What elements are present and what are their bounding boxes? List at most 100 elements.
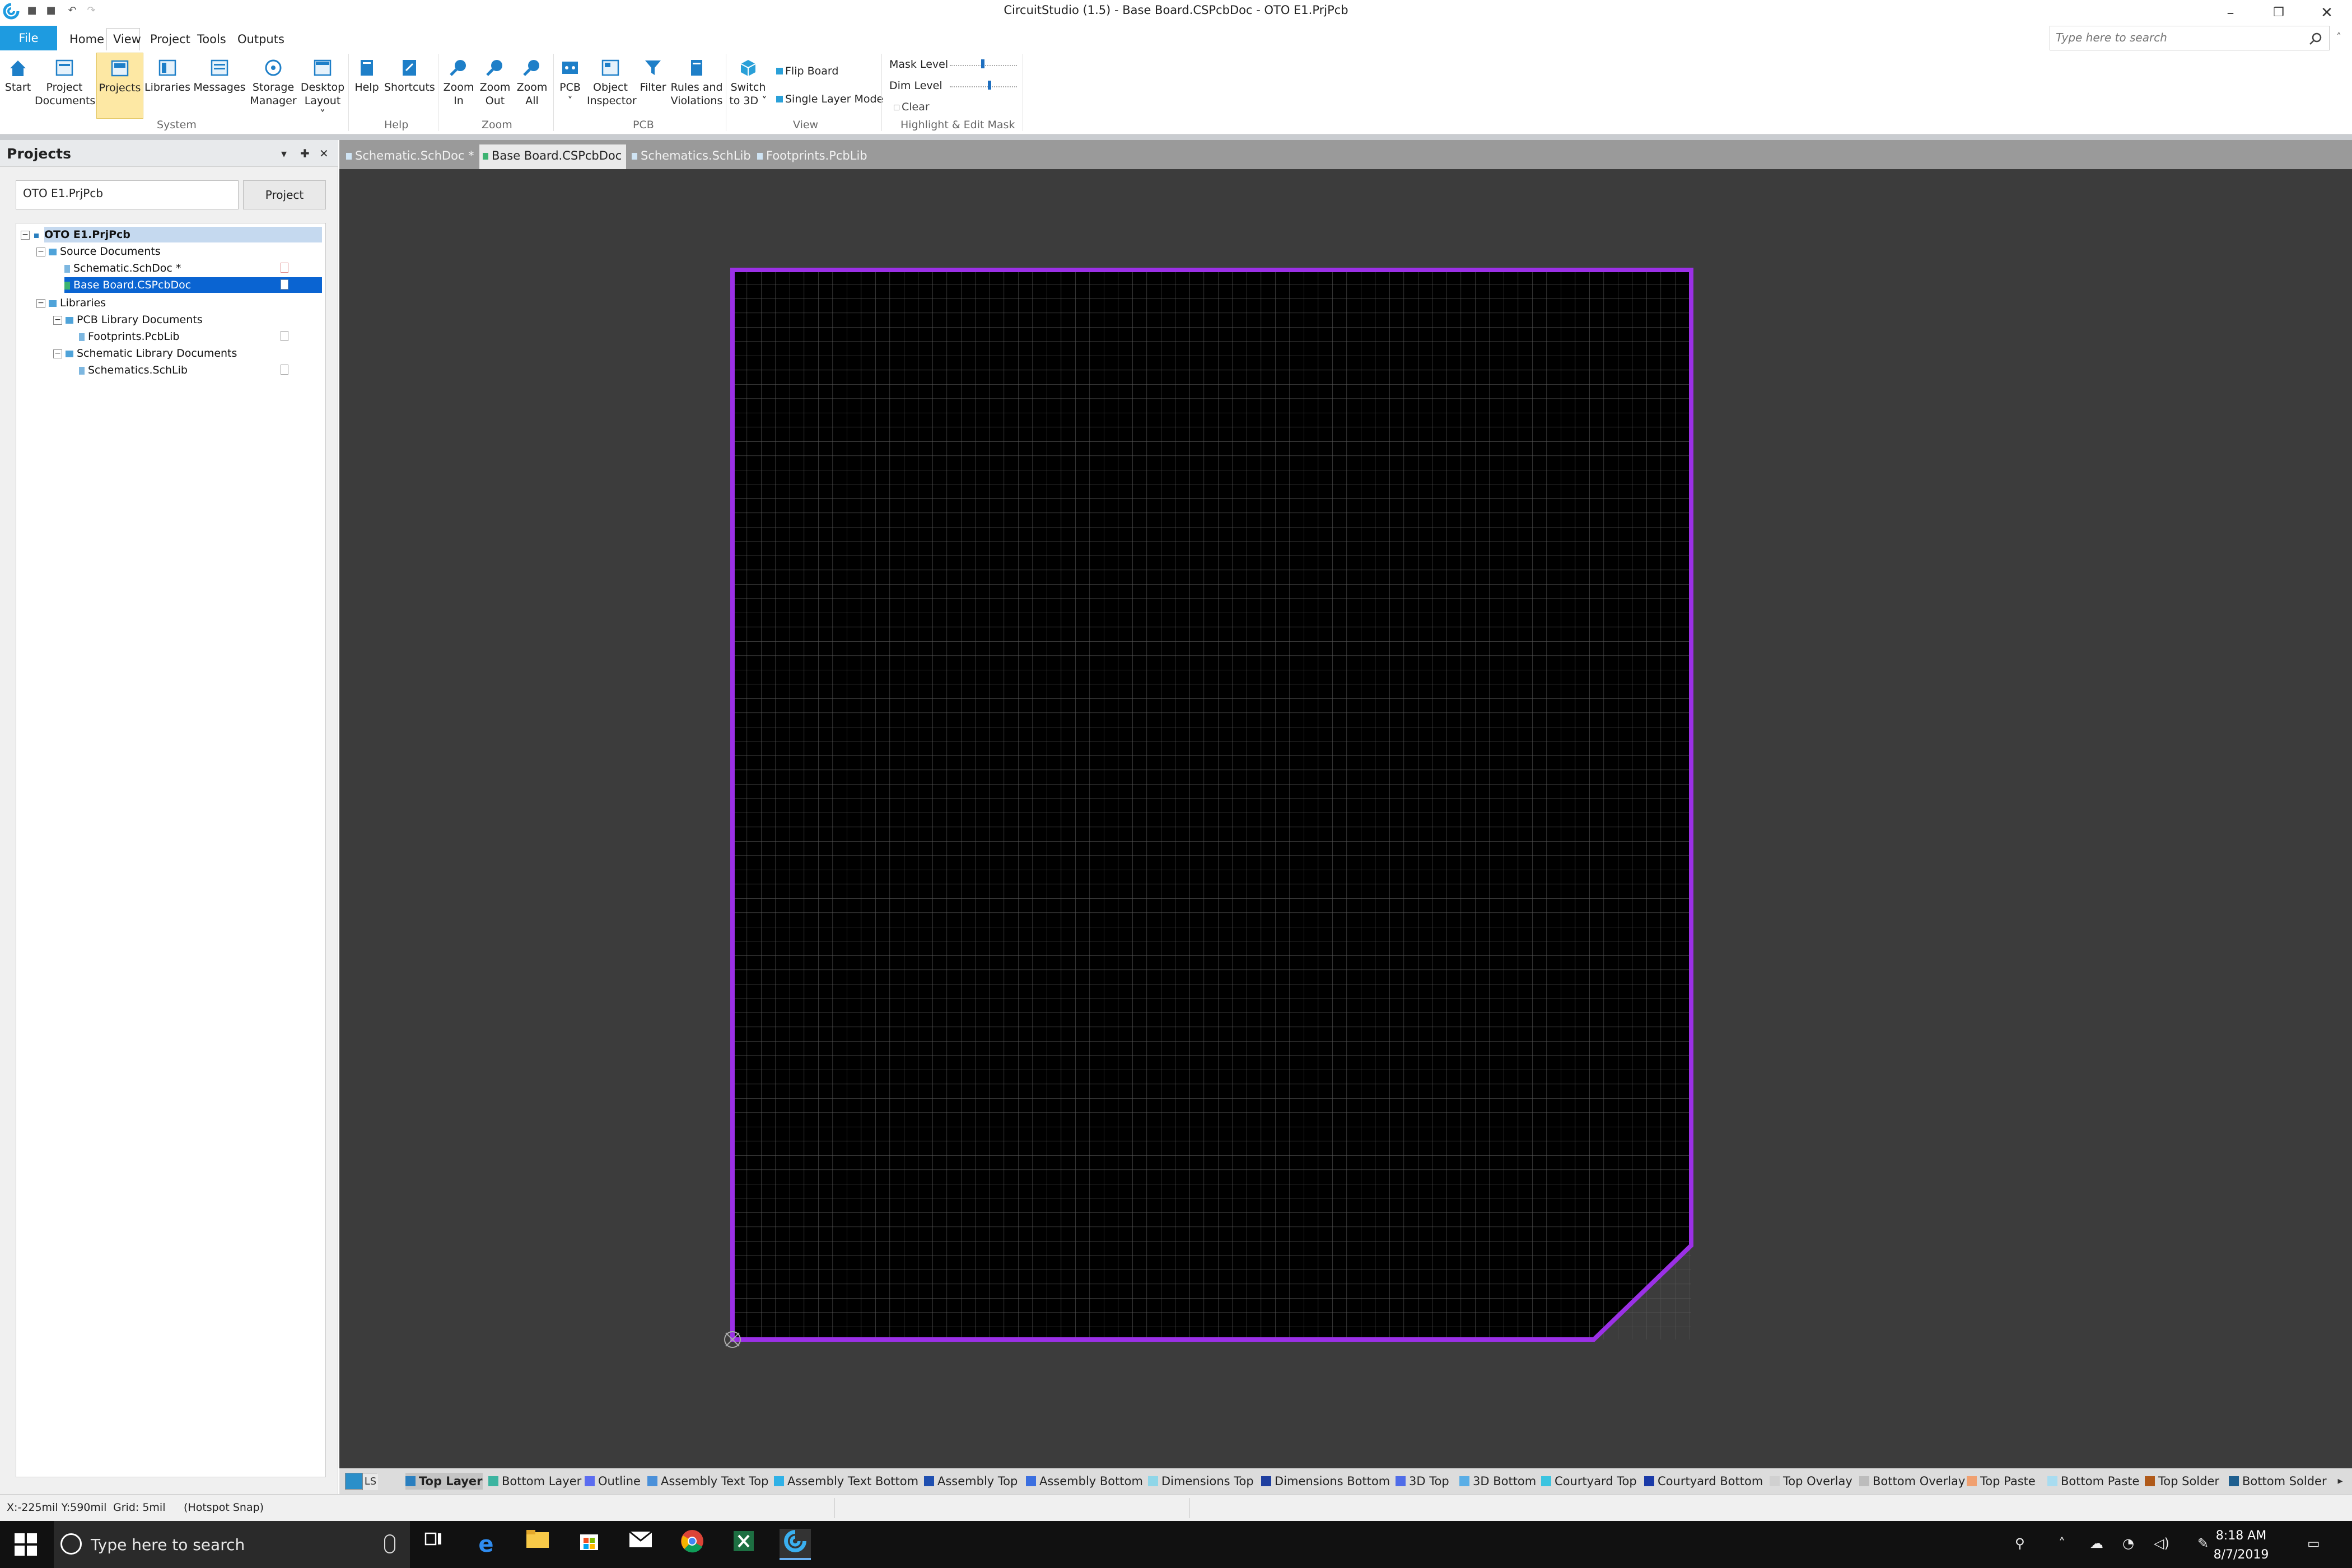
collapse-icon[interactable]: − <box>53 315 62 325</box>
project-name-field[interactable]: OTO E1.PrjPcb <box>16 180 239 209</box>
network-icon[interactable]: ◔ <box>2122 1536 2134 1551</box>
layer-tab-courtyard-top[interactable]: Courtyard Top <box>1541 1473 1637 1490</box>
ribbon-collapse-icon[interactable]: ˄ <box>2336 31 2341 43</box>
menu-view[interactable]: View <box>113 32 141 46</box>
storage-manager-button[interactable]: Storage Manager <box>249 53 298 119</box>
zoom-out-button[interactable]: Zoom Out <box>477 53 513 119</box>
filter-button[interactable]: Filter <box>636 53 670 119</box>
search-icon[interactable] <box>2309 32 2322 45</box>
layer-tab-top-layer[interactable]: Top Layer <box>405 1473 483 1490</box>
layer-tab-bottom-solder[interactable]: Bottom Solder <box>2229 1473 2327 1490</box>
tree-schematics[interactable]: Schematics.SchLib <box>79 362 188 378</box>
action-center-icon[interactable]: ▭ <box>2307 1536 2320 1551</box>
panel-menu-icon[interactable]: ▾ <box>281 147 287 160</box>
layer-tab-courtyard-bottom[interactable]: Courtyard Bottom <box>1644 1473 1763 1490</box>
layer-tab-assembly-text-bottom[interactable]: Assembly Text Bottom <box>774 1473 918 1490</box>
menu-project[interactable]: Project <box>150 32 190 46</box>
pcb-board-view[interactable] <box>339 169 2352 1468</box>
windows-start-icon[interactable] <box>15 1533 37 1556</box>
desktop-layout-button[interactable]: Desktop Layout ˅ <box>300 53 345 120</box>
messages-button[interactable]: Messages <box>193 53 246 119</box>
projects-button[interactable]: Projects <box>96 53 143 119</box>
rules-violations-button[interactable]: Rules and Violations <box>670 53 724 119</box>
layer-tab-dimensions-bottom[interactable]: Dimensions Bottom <box>1261 1473 1390 1490</box>
project-button[interactable]: Project <box>243 180 326 209</box>
collapse-icon[interactable]: − <box>21 230 30 240</box>
clear-mask-button[interactable]: Clear <box>894 101 930 113</box>
start-button[interactable]: Start <box>3 53 32 119</box>
microphone-icon[interactable] <box>384 1534 395 1553</box>
system-clock[interactable]: 8:18 AM 8/7/2019 <box>2202 1527 2280 1565</box>
excel-icon[interactable] <box>728 1529 759 1560</box>
layer-tab-assembly-top[interactable]: Assembly Top <box>924 1473 1018 1490</box>
help-button[interactable]: Help <box>352 53 382 119</box>
pcb-editor-canvas[interactable] <box>339 169 2352 1468</box>
task-view-icon[interactable] <box>418 1529 449 1560</box>
zoom-in-button[interactable]: Zoom In <box>441 53 476 119</box>
object-inspector-button[interactable]: Object Inspector <box>587 53 637 119</box>
file-menu[interactable]: File <box>0 26 57 50</box>
dim-level-thumb[interactable] <box>988 81 991 90</box>
volume-icon[interactable]: ◁) <box>2154 1536 2169 1551</box>
layer-tab-top-overlay[interactable]: Top Overlay <box>1770 1473 1852 1490</box>
tree-pcb-library-documents[interactable]: − PCB Library Documents <box>53 312 203 328</box>
flip-board-option[interactable]: Flip Board <box>776 65 838 77</box>
edge-browser-icon[interactable]: e <box>470 1529 502 1560</box>
file-explorer-icon[interactable] <box>522 1529 553 1560</box>
shortcuts-button[interactable]: Shortcuts <box>384 53 435 119</box>
close-icon[interactable]: ✕ <box>2303 0 2351 26</box>
tree-source-documents[interactable]: − Source Documents <box>36 244 161 259</box>
chrome-icon[interactable] <box>676 1529 708 1560</box>
collapse-icon[interactable]: − <box>53 349 62 358</box>
layer-tab-dimensions-top[interactable]: Dimensions Top <box>1148 1473 1254 1490</box>
layer-tab-bottom-paste[interactable]: Bottom Paste <box>2047 1473 2139 1490</box>
menu-home[interactable]: Home <box>69 32 104 46</box>
store-icon[interactable] <box>573 1529 605 1560</box>
onedrive-icon[interactable]: ☁ <box>2090 1536 2103 1551</box>
layer-tab-bottom-layer[interactable]: Bottom Layer <box>488 1473 581 1490</box>
layer-tab-3d-bottom[interactable]: 3D Bottom <box>1459 1473 1536 1490</box>
tree-footprints[interactable]: Footprints.PcbLib <box>79 329 179 344</box>
circuitstudio-taskbar-icon[interactable] <box>780 1529 811 1560</box>
tree-root-project[interactable]: OTO E1.PrjPcb <box>44 227 322 242</box>
layer-tab-outline[interactable]: Outline <box>585 1473 641 1490</box>
tree-root-expander[interactable]: − <box>21 227 39 242</box>
ribbon-search-box[interactable] <box>2050 26 2330 50</box>
layer-tab-top-solder[interactable]: Top Solder <box>2145 1473 2219 1490</box>
menu-outputs[interactable]: Outputs <box>237 32 284 46</box>
mask-level-slider[interactable] <box>950 59 1017 71</box>
tree-schematic-doc[interactable]: Schematic.SchDoc * <box>64 260 181 276</box>
pcb-button[interactable]: PCB ˅ <box>554 53 586 119</box>
tree-libraries[interactable]: − Libraries <box>36 295 106 311</box>
collapse-icon[interactable]: − <box>36 247 45 256</box>
switch-to-3d-button[interactable]: Switch to 3D ˅ <box>728 53 768 119</box>
collapse-icon[interactable]: − <box>36 298 45 308</box>
tree-schematic-library-documents[interactable]: − Schematic Library Documents <box>53 346 237 361</box>
people-icon[interactable]: ⚲ <box>2015 1536 2025 1551</box>
layer-tab-assembly-text-top[interactable]: Assembly Text Top <box>647 1473 768 1490</box>
tab-footprints-pcblib[interactable]: Footprints.PcbLib <box>754 144 883 169</box>
menu-tools[interactable]: Tools <box>197 32 226 46</box>
pin-icon[interactable]: ✚ <box>300 147 310 160</box>
taskbar-search-box[interactable]: Type here to search <box>54 1521 410 1568</box>
layer-tab-bottom-overlay[interactable]: Bottom Overlay <box>1859 1473 1965 1490</box>
panel-close-icon[interactable]: ✕ <box>319 147 329 160</box>
project-documents-button[interactable]: Project Documents <box>35 53 95 119</box>
minimize-icon[interactable]: – <box>2206 0 2255 26</box>
tab-schematic-schdoc[interactable]: Schematic.SchDoc * <box>343 144 479 169</box>
zoom-all-button[interactable]: Zoom All <box>514 53 550 119</box>
mask-level-thumb[interactable] <box>981 59 984 68</box>
layer-scroll-right-icon[interactable]: ▸ <box>2328 1468 2352 1494</box>
tab-schematics-schlib[interactable]: Schematics.SchLib <box>628 144 752 169</box>
show-hidden-icons-chevron[interactable]: ˄ <box>2059 1536 2065 1551</box>
layer-tab-top-paste[interactable]: Top Paste <box>1967 1473 2036 1490</box>
single-layer-mode-option[interactable]: Single Layer Mode <box>776 93 883 105</box>
ribbon-search-input[interactable] <box>2050 26 2285 49</box>
layer-tab-3d-top[interactable]: 3D Top <box>1396 1473 1449 1490</box>
tab-base-board[interactable]: Base Board.CSPcbDoc <box>479 144 626 169</box>
restore-icon[interactable]: ❐ <box>2255 0 2303 26</box>
layer-set-button[interactable]: LS <box>345 1473 378 1490</box>
layer-tab-assembly-bottom[interactable]: Assembly Bottom <box>1026 1473 1143 1490</box>
libraries-button[interactable]: Libraries <box>144 53 190 119</box>
dim-level-slider[interactable] <box>950 81 1017 92</box>
